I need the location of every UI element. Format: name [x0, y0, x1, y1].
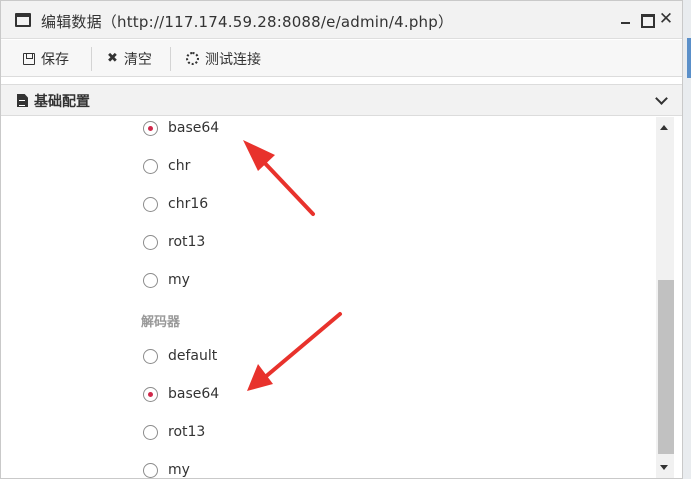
- edit-data-window: 编辑数据（http://117.174.59.28:8088/e/admin/4…: [0, 0, 683, 479]
- encoder-option-label: rot13: [168, 234, 206, 250]
- decoder-option-3[interactable]: my: [143, 459, 190, 478]
- decoder-option-2[interactable]: rot13: [143, 421, 205, 443]
- save-icon: [23, 52, 35, 65]
- scrollbar-thumb[interactable]: [658, 280, 674, 454]
- encoder-option-3[interactable]: rot13: [143, 231, 205, 253]
- toolbar: 保存 ✖ 清空 测试连接: [1, 40, 682, 77]
- decoder-option-label: default: [168, 348, 218, 364]
- decoder-option-label: rot13: [168, 424, 206, 440]
- encoder-radio[interactable]: [143, 272, 158, 288]
- decoder-option-label: base64: [168, 386, 220, 402]
- encoder-option-label: my: [168, 272, 190, 288]
- maximize-icon[interactable]: [638, 11, 655, 28]
- section-title: 基础配置: [34, 94, 90, 110]
- minimize-icon[interactable]: [618, 11, 634, 27]
- document-icon: [17, 94, 28, 107]
- encoder-option-2[interactable]: chr16: [143, 193, 208, 215]
- scroll-up-icon[interactable]: [660, 125, 668, 130]
- encoder-option-0[interactable]: base64: [143, 117, 219, 139]
- encoder-radio[interactable]: [143, 196, 158, 212]
- chevron-down-icon[interactable]: [654, 92, 670, 108]
- save-button-label: 保存: [41, 51, 69, 68]
- close-icon[interactable]: ✕: [658, 11, 674, 28]
- encoder-option-4[interactable]: my: [143, 269, 190, 291]
- clear-button[interactable]: ✖ 清空: [97, 40, 162, 77]
- section-header-basic-config[interactable]: 基础配置: [1, 84, 682, 116]
- encoder-radio[interactable]: [143, 158, 158, 174]
- spinner-icon: [186, 52, 199, 65]
- decoder-radio[interactable]: [143, 386, 158, 402]
- encoder-radio[interactable]: [143, 120, 158, 136]
- config-content: base64 chr chr16 rot13 my 解码器 default base64 r…: [1, 117, 682, 478]
- encoder-option-label: chr16: [168, 196, 209, 212]
- clear-button-label: 清空: [123, 51, 152, 68]
- decoder-radio[interactable]: [143, 348, 158, 364]
- test-connection-button[interactable]: 测试连接: [176, 40, 271, 77]
- decoder-option-1[interactable]: base64: [143, 383, 219, 405]
- decoder-radio[interactable]: [143, 462, 158, 478]
- encoder-option-label: base64: [168, 120, 220, 136]
- encoder-radio[interactable]: [143, 234, 158, 250]
- toolbar-divider: [91, 47, 92, 71]
- encoder-option-label: chr: [168, 158, 191, 174]
- scroll-down-icon[interactable]: [660, 465, 668, 470]
- title-bar[interactable]: 编辑数据（http://117.174.59.28:8088/e/admin/4…: [1, 1, 682, 39]
- decoder-option-label: my: [168, 462, 190, 478]
- decoder-option-0[interactable]: default: [143, 345, 217, 367]
- toolbar-divider: [170, 47, 171, 71]
- decoder-group-label: 解码器: [141, 315, 181, 330]
- test-connection-label: 测试连接: [205, 51, 261, 68]
- decoder-radio[interactable]: [143, 424, 158, 440]
- window-title: 编辑数据（http://117.174.59.28:8088/e/admin/4…: [41, 13, 454, 31]
- background-edge: [683, 0, 691, 479]
- vertical-scrollbar[interactable]: [656, 117, 674, 478]
- clear-icon: ✖: [107, 51, 118, 66]
- window-icon: [15, 13, 31, 27]
- encoder-option-1[interactable]: chr: [143, 155, 190, 177]
- save-button[interactable]: 保存: [13, 40, 79, 77]
